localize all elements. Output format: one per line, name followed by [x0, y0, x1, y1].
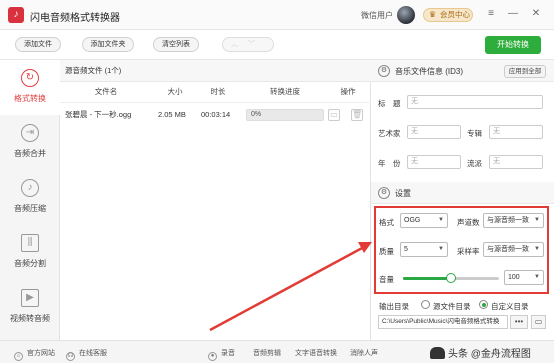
start-convert-button[interactable]: 开始转换	[485, 36, 541, 54]
album-label: 专辑	[467, 129, 482, 138]
app-title: 闪电音频格式转换器	[30, 13, 120, 24]
title-bar: ♪ 闪电音频格式转换器 微信用户 ♛ 会员中心 ≡ — ✕	[0, 0, 554, 30]
genre-label: 流派	[467, 159, 482, 168]
user-name[interactable]: 微信用户	[361, 10, 393, 21]
record-link[interactable]: ● 录音	[208, 348, 235, 361]
app-logo-icon: ♪	[8, 7, 24, 23]
year-field[interactable]: 无	[407, 155, 461, 169]
sidebar-item-label: 视频转音频	[10, 314, 50, 323]
album-field[interactable]: 无	[489, 125, 543, 139]
settings-header: ⚙ 设置	[371, 182, 554, 204]
compress-icon: ♪	[21, 179, 39, 197]
file-list-panel: 源音频文件 (1个) 文件名 大小 时长 转换进度 操作 张碧晨 - 下一秒.o…	[60, 60, 371, 340]
watermark-logo-icon	[430, 347, 445, 359]
add-folder-button[interactable]: 添加文件夹	[82, 37, 134, 52]
refresh-icon: ↻	[21, 69, 39, 87]
apply-all-button[interactable]: 应用到全部	[504, 65, 546, 78]
sidebar-item-audio-split[interactable]: ⫼ 音频分割	[0, 225, 60, 280]
video-icon: ▶	[21, 289, 39, 307]
year-label: 年 份	[378, 159, 401, 168]
open-folder-icon[interactable]: ▭	[531, 315, 546, 329]
remove-vocal-link[interactable]: 消除人声	[350, 348, 378, 358]
title-field[interactable]: 无	[407, 95, 543, 109]
audio-edit-link[interactable]: 音频剪辑	[253, 348, 281, 358]
record-label: 录音	[221, 350, 235, 357]
online-support-label: 在线客服	[79, 350, 107, 357]
custom-dir-label: 自定义目录	[491, 302, 529, 311]
add-file-button[interactable]: 添加文件	[15, 37, 61, 52]
column-header-name: 文件名	[94, 87, 118, 96]
thumbs-up-icon: ♛	[429, 10, 437, 19]
clear-list-button[interactable]: 清空列表	[153, 37, 199, 52]
merge-icon: ⇥	[21, 124, 39, 142]
radio-source-dir[interactable]	[421, 300, 430, 309]
right-panel: ⚙ 音乐文件信息 (ID3) 应用到全部 标 题 无 艺术家 无 专辑 无 年 …	[371, 60, 554, 340]
artist-field[interactable]: 无	[407, 125, 461, 139]
online-support-link[interactable]: ☊ 在线客服	[66, 348, 107, 361]
watermark: 头条 @金舟流程图	[430, 345, 531, 360]
avatar[interactable]	[397, 6, 415, 24]
genre-field[interactable]: 无	[489, 155, 543, 169]
browse-button[interactable]: •••	[510, 315, 528, 329]
file-size: 2.05 MB	[158, 110, 186, 119]
progress-label: 0%	[251, 111, 262, 118]
sidebar-item-audio-merge[interactable]: ⇥ 音频合并	[0, 115, 60, 170]
settings-title: 设置	[395, 189, 411, 198]
settings-highlight-box	[374, 206, 549, 294]
minimize-icon[interactable]: —	[507, 8, 519, 20]
official-website-link[interactable]: ⌂ 官方网站	[14, 348, 55, 361]
sidebar-item-format-convert[interactable]: ↻ 格式转换	[0, 60, 60, 115]
sidebar-item-label: 音频分割	[14, 259, 46, 268]
progress-bar: 0%	[246, 109, 324, 121]
toolbar: 添加文件 添加文件夹 清空列表 ︿﹀ 开始转换	[0, 30, 554, 60]
divider	[60, 102, 371, 103]
sidebar-item-label: 音频合并	[14, 149, 46, 158]
folder-icon[interactable]: ▭	[328, 109, 340, 121]
sidebar: ↻ 格式转换 ⇥ 音频合并 ♪ 音频压缩 ⫼ 音频分割 ▶ 视频转音频	[0, 60, 60, 340]
mic-icon: ●	[208, 352, 217, 361]
tts-link[interactable]: 文字语音转换	[295, 348, 337, 358]
column-header-size: 大小	[167, 87, 183, 96]
source-dir-label: 源文件目录	[433, 302, 471, 311]
id3-header: ⚙ 音乐文件信息 (ID3) 应用到全部	[371, 60, 554, 82]
official-website-label: 官方网站	[27, 350, 55, 357]
sidebar-item-label: 音频压缩	[14, 204, 46, 213]
column-header-duration: 时长	[210, 87, 226, 96]
headset-icon: ☊	[66, 352, 75, 361]
nav-arrows[interactable]: ︿﹀	[222, 37, 274, 52]
watermark-text: 头条 @金舟流程图	[448, 349, 531, 360]
title-label: 标 题	[378, 99, 401, 108]
column-header-actions: 操作	[340, 87, 356, 96]
home-icon: ⌂	[14, 352, 23, 361]
trash-icon[interactable]: 🗑	[351, 109, 363, 121]
column-header-progress: 转换进度	[270, 87, 300, 96]
sidebar-item-audio-compress[interactable]: ♪ 音频压缩	[0, 170, 60, 225]
vip-center-button[interactable]: ♛ 会员中心	[423, 8, 473, 22]
radio-custom-dir[interactable]	[479, 300, 488, 309]
output-path-field[interactable]: C:\Users\Public\Music\闪电音频格式转换	[378, 315, 508, 329]
sidebar-item-video-to-audio[interactable]: ▶ 视频转音频	[0, 280, 60, 335]
close-icon[interactable]: ✕	[530, 8, 542, 20]
file-name: 张碧晨 - 下一秒.ogg	[65, 110, 132, 119]
settings-icon: ⚙	[378, 65, 390, 77]
split-icon: ⫼	[21, 234, 39, 252]
sidebar-item-label: 格式转换	[14, 94, 46, 103]
gear-icon: ⚙	[378, 187, 390, 199]
vip-center-label: 会员中心	[440, 10, 470, 19]
id3-title: 音乐文件信息 (ID3)	[395, 67, 463, 76]
output-dir-label: 输出目录	[379, 302, 409, 311]
artist-label: 艺术家	[378, 129, 401, 138]
menu-icon[interactable]: ≡	[485, 8, 497, 20]
file-duration: 00:03:14	[201, 110, 231, 119]
file-list-header: 源音频文件 (1个)	[60, 60, 371, 82]
